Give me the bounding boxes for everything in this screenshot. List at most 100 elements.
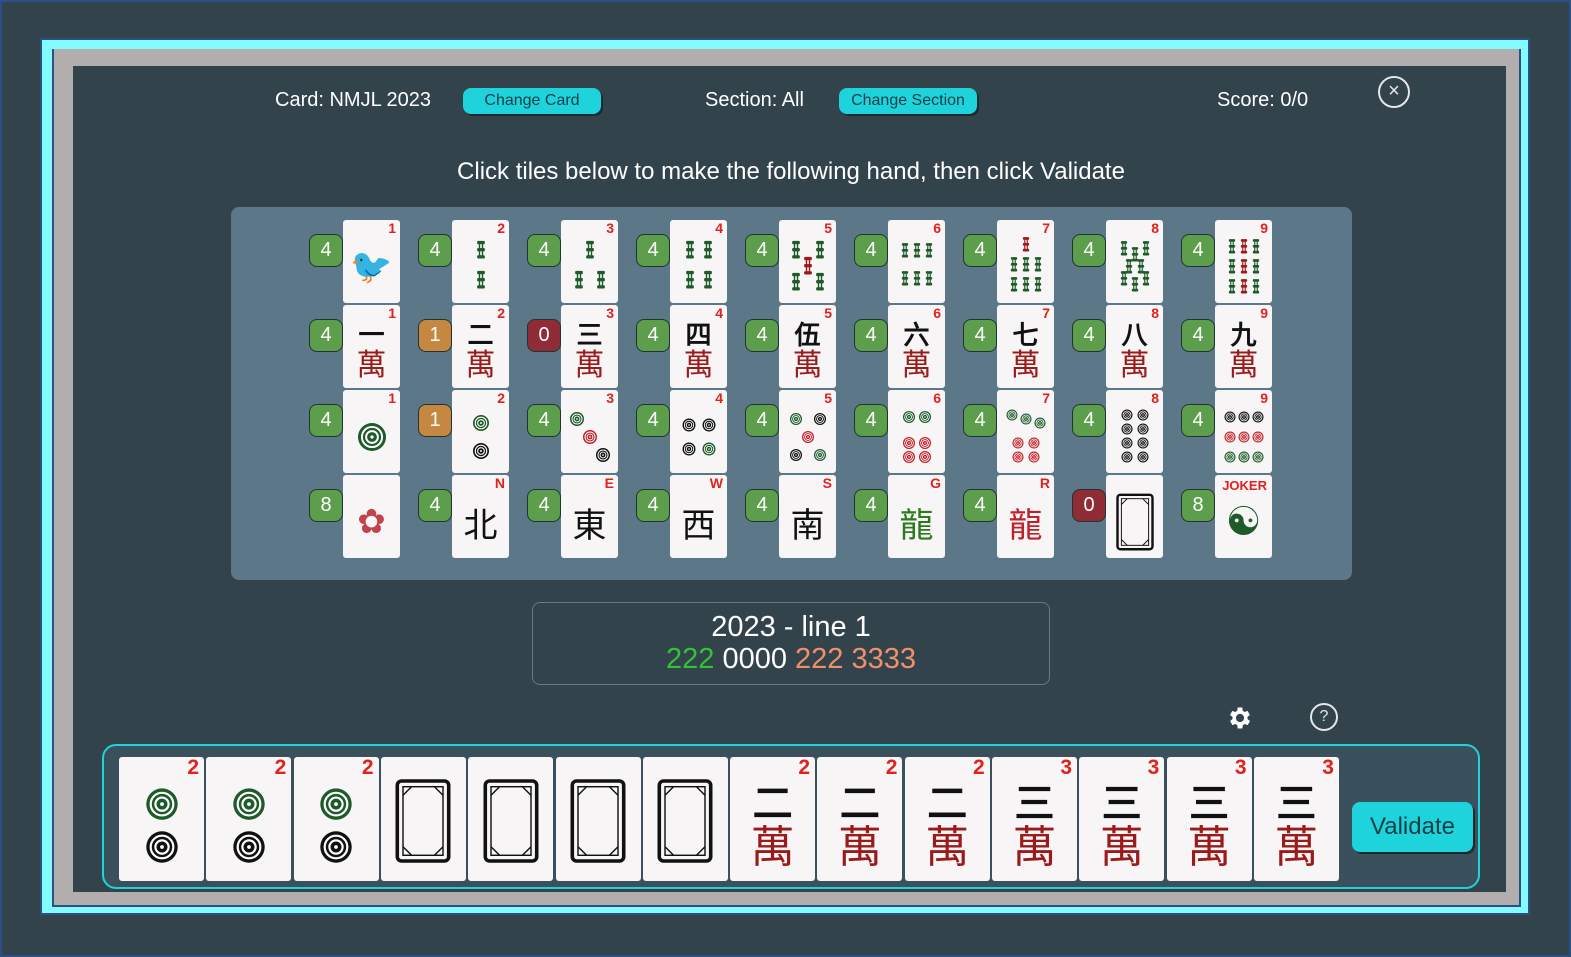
wan-glyph: 萬: [574, 348, 605, 383]
remaining-count-badge: 4: [309, 319, 343, 352]
tile-index-label: 2: [497, 305, 505, 321]
change-card-button[interactable]: Change Card: [463, 88, 601, 114]
rack-tile[interactable]: 三萬3: [1166, 757, 1252, 881]
help-icon[interactable]: ?: [1310, 703, 1338, 731]
tile-6-bam[interactable]: 6: [888, 220, 945, 303]
tile-9-bam[interactable]: 9: [1215, 220, 1272, 303]
rack-tile[interactable]: [380, 757, 466, 881]
tile-option[interactable]: 4 5: [745, 220, 855, 304]
tile-4-dot[interactable]: 4: [670, 390, 727, 473]
remaining-count-badge: 4: [1181, 234, 1215, 267]
tile-option[interactable]: 4 3: [527, 390, 637, 474]
tile-option[interactable]: 4: [1072, 220, 1182, 304]
rack-tile[interactable]: 二萬2: [817, 757, 903, 881]
tile-flower[interactable]: ✿: [343, 475, 400, 558]
tile-option[interactable]: 1二萬2: [418, 305, 528, 389]
tile-5-dot[interactable]: 5: [779, 390, 836, 473]
tile-option[interactable]: 4 1: [309, 390, 419, 474]
tile-option[interactable]: 4 2: [418, 220, 528, 304]
tile-option[interactable]: 4四萬4: [636, 305, 746, 389]
tile-option[interactable]: 1 2: [418, 390, 528, 474]
rack-tile[interactable]: 三萬3: [992, 757, 1077, 881]
tile-option[interactable]: 8 ☯ JOKER: [1181, 475, 1291, 559]
tile-9-dot[interactable]: 9: [1215, 390, 1272, 473]
tile-option[interactable]: 4九萬9: [1181, 305, 1291, 389]
tile-option[interactable]: 4七萬7: [963, 305, 1073, 389]
tile-8-crak[interactable]: 八萬8: [1106, 305, 1163, 388]
close-icon[interactable]: ×: [1378, 76, 1410, 108]
rack-tile[interactable]: 三萬3: [1079, 757, 1165, 881]
tile-green-dragon[interactable]: 龍G: [888, 475, 945, 558]
tile-option[interactable]: 4: [1181, 220, 1291, 304]
tile-5-bam[interactable]: 5: [779, 220, 836, 303]
tile-option[interactable]: 4: [963, 220, 1073, 304]
gear-icon[interactable]: [1226, 704, 1254, 732]
tile-option[interactable]: 4 4: [636, 220, 746, 304]
tile-4-crak[interactable]: 四萬4: [670, 305, 727, 388]
tile-option[interactable]: 4六萬6: [854, 305, 964, 389]
tile-option[interactable]: 4南S: [745, 475, 855, 559]
tile-6-crak[interactable]: 六萬6: [888, 305, 945, 388]
tile-6-dot[interactable]: 6: [888, 390, 945, 473]
rack-tile[interactable]: 二萬2: [904, 757, 990, 881]
tile-3-dot[interactable]: 3: [561, 390, 618, 473]
tile-option[interactable]: 0: [1072, 475, 1182, 559]
tile-option[interactable]: 4 9: [1181, 390, 1291, 474]
tile-option[interactable]: 4龍R: [963, 475, 1073, 559]
tile-option[interactable]: 4 8: [1072, 390, 1182, 474]
tile-west-wind[interactable]: 西W: [670, 475, 727, 558]
tile-7-crak[interactable]: 七萬7: [997, 305, 1054, 388]
crak-number-glyph: 三: [576, 321, 603, 351]
validate-button[interactable]: Validate: [1352, 802, 1473, 852]
tile-option[interactable]: 4北N: [418, 475, 528, 559]
rack-tile[interactable]: [468, 757, 554, 881]
tile-option[interactable]: 4龍G: [854, 475, 964, 559]
tile-option[interactable]: 4 3: [527, 220, 637, 304]
tile-option[interactable]: 4西W: [636, 475, 746, 559]
tile-east-wind[interactable]: 東E: [561, 475, 618, 558]
tile-8-bam[interactable]: 8: [1106, 220, 1163, 303]
tile-option[interactable]: 4伍萬5: [745, 305, 855, 389]
tile-4-bam[interactable]: 4: [670, 220, 727, 303]
tile-1-dot[interactable]: 1: [343, 390, 400, 473]
tile-1-bam-bird-[interactable]: 🐦 1: [343, 220, 400, 303]
tile-index-label: 1: [388, 220, 396, 236]
tile-south-wind[interactable]: 南S: [779, 475, 836, 558]
tile-3-crak[interactable]: 三萬3: [561, 305, 618, 388]
tile-index-label: 2: [973, 757, 985, 779]
rack-tile[interactable]: 二萬2: [730, 757, 816, 881]
tile-option[interactable]: 4八萬8: [1072, 305, 1182, 389]
tile-option[interactable]: 4 6: [854, 390, 964, 474]
tile-7-dot[interactable]: 7: [997, 390, 1054, 473]
tile-option[interactable]: 0三萬3: [527, 305, 637, 389]
rack-tile[interactable]: [555, 757, 641, 881]
tile-9-crak[interactable]: 九萬9: [1215, 305, 1272, 388]
tile-option[interactable]: 4 🐦 1: [309, 220, 419, 304]
tile-option[interactable]: 4 6: [854, 220, 964, 304]
tile-option[interactable]: 8 ✿: [309, 475, 419, 559]
tile-7-bam[interactable]: 7: [997, 220, 1054, 303]
tile-north-wind[interactable]: 北N: [452, 475, 509, 558]
tile-option[interactable]: 4 7: [963, 390, 1073, 474]
tile-2-dot[interactable]: 2: [452, 390, 509, 473]
rack-tile[interactable]: [642, 757, 728, 881]
tile-3-bam[interactable]: 3: [561, 220, 618, 303]
tile-index-label: 2: [885, 757, 898, 779]
tile-2-crak[interactable]: 二萬2: [452, 305, 509, 388]
tile-8-dot[interactable]: 8: [1106, 390, 1163, 473]
tile-option[interactable]: 4 4: [636, 390, 746, 474]
tile-white-dragon-soap-[interactable]: [1106, 475, 1163, 558]
tile-1-crak[interactable]: 一萬1: [343, 305, 400, 388]
rack-tile[interactable]: 2: [119, 757, 204, 881]
tile-joker[interactable]: ☯ JOKER: [1215, 475, 1272, 558]
tile-option[interactable]: 4東E: [527, 475, 637, 559]
tile-2-bam[interactable]: 2: [452, 220, 509, 303]
tile-option[interactable]: 4 5: [745, 390, 855, 474]
tile-option[interactable]: 4一萬1: [309, 305, 419, 389]
tile-red-dragon[interactable]: 龍R: [997, 475, 1054, 558]
change-section-button[interactable]: Change Section: [839, 88, 977, 114]
tile-5-crak[interactable]: 伍萬5: [779, 305, 836, 388]
rack-tile[interactable]: 2: [206, 757, 292, 881]
rack-tile[interactable]: 2: [293, 757, 379, 881]
rack-tile[interactable]: 三萬3: [1253, 757, 1339, 881]
